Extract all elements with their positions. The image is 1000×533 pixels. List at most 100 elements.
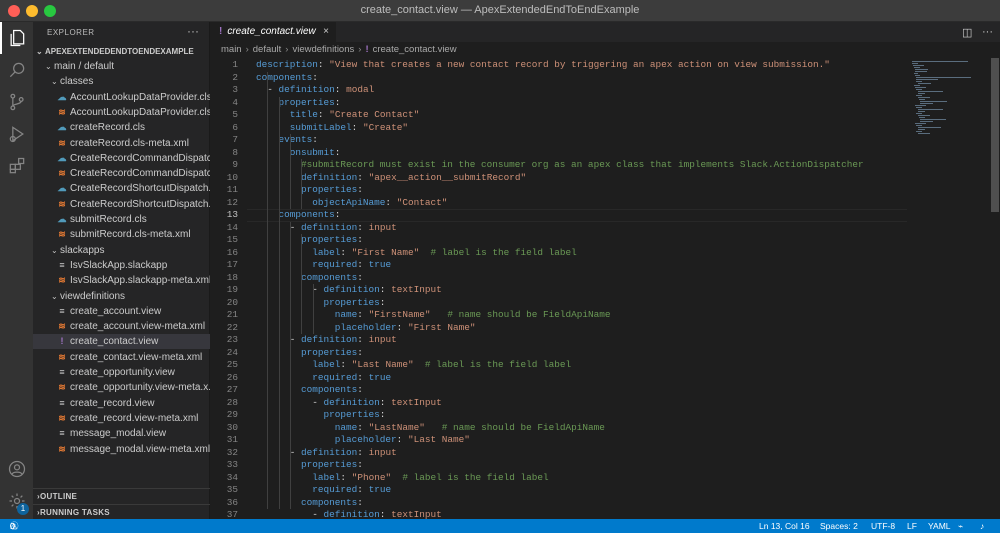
file-item[interactable]: ≋ create_opportunity.view-meta.x... (33, 380, 210, 395)
code-line[interactable]: properties: (256, 234, 363, 247)
code-line[interactable]: definition: "apex__action__submitRecord" (256, 172, 526, 185)
minimap-line (916, 113, 923, 114)
more-actions-icon[interactable]: ··· (982, 26, 993, 38)
code-line[interactable]: events: (256, 134, 318, 147)
breadcrumb-default[interactable]: default (253, 44, 282, 55)
minimap-line (917, 109, 943, 110)
search-icon[interactable] (0, 54, 33, 86)
folder-item[interactable]: ⌄ viewdefinitions (33, 289, 210, 304)
code-line[interactable]: - definition: input (256, 334, 397, 347)
code-line[interactable]: properties: (256, 184, 363, 197)
run-debug-icon[interactable] (0, 118, 33, 150)
file-item[interactable]: ≋ CreateRecordCommandDispatc... (33, 166, 210, 181)
file-item[interactable]: ≡ create_account.view (33, 304, 210, 319)
code-line[interactable]: - definition: input (256, 222, 397, 235)
code-line[interactable]: description: "View that creates a new co… (256, 59, 830, 72)
files-icon[interactable] (0, 22, 33, 54)
code-line[interactable]: name: "FirstName" # name should be Field… (256, 309, 611, 322)
file-item[interactable]: ☁ submitRecord.cls (33, 212, 210, 227)
minimap-line (917, 91, 944, 92)
code-line[interactable]: components: (256, 72, 318, 85)
file-item[interactable]: ! create_contact.view (33, 334, 210, 350)
file-item[interactable]: ≋ create_account.view-meta.xml (33, 319, 210, 334)
running-tasks-label: RUNNING TASKS (39, 508, 110, 517)
tab-create-contact[interactable]: ! create_contact.view × (210, 22, 336, 42)
code-line[interactable]: name: "LastName" # name should be FieldA… (256, 422, 605, 435)
code-line[interactable]: label: "Phone" # label is the field labe… (256, 472, 548, 485)
minimap-line (915, 69, 928, 70)
outline-section[interactable]: ›OUTLINE (33, 488, 210, 504)
file-item[interactable]: ≋ create_record.view-meta.xml (33, 411, 210, 426)
project-folder[interactable]: ⌄ APEXEXTENDEDENDTOENDEXAMPLE (33, 44, 210, 59)
code-line[interactable]: title: "Create Contact" (256, 109, 419, 122)
code-line[interactable]: objectApiName: "Contact" (256, 197, 447, 210)
file-item[interactable]: ≋ createRecord.cls-meta.xml (33, 136, 210, 151)
minimap-line (916, 131, 923, 132)
code-line[interactable]: required: true (256, 259, 391, 272)
code-line[interactable]: components: (256, 272, 363, 285)
file-item[interactable]: ≋ CreateRecordShortcutDispatch... (33, 197, 210, 212)
account-icon[interactable] (0, 453, 33, 485)
encoding[interactable]: UTF-8 (871, 519, 895, 533)
code-line[interactable]: properties: (256, 97, 341, 110)
file-item[interactable]: ≡ create_record.view (33, 396, 210, 411)
code-line[interactable]: properties: (256, 347, 363, 360)
file-item[interactable]: ≋ message_modal.view-meta.xml (33, 442, 210, 457)
split-editor-icon[interactable]: ◫ (962, 26, 972, 39)
folder-item[interactable]: ⌄ classes (33, 74, 210, 89)
code-line[interactable]: onsubmit: (256, 147, 341, 160)
file-item[interactable]: ≡ create_opportunity.view (33, 365, 210, 380)
cursor-position[interactable]: Ln 13, Col 16 (759, 519, 810, 533)
code-line[interactable]: properties: (256, 459, 363, 472)
minimap[interactable] (910, 58, 990, 519)
file-item[interactable]: ≡ IsvSlackApp.slackapp (33, 258, 210, 273)
folder-item[interactable]: ⌄ main / default (33, 59, 210, 74)
running-tasks-section[interactable]: ›RUNNING TASKS (33, 504, 210, 520)
file-item[interactable]: ≋ submitRecord.cls-meta.xml (33, 227, 210, 242)
file-item[interactable]: ☁CreateRecordCommandDispatch... (33, 151, 211, 166)
line-number: 17 (226, 259, 238, 270)
source-control-icon[interactable] (0, 86, 33, 118)
file-item[interactable]: ≡ message_modal.view (33, 426, 210, 441)
line-ending[interactable]: LF (907, 519, 917, 533)
extensions-icon[interactable] (0, 150, 33, 182)
code-line[interactable]: #submitRecord must exist in the consumer… (256, 159, 864, 172)
code-line[interactable]: components: (256, 209, 341, 222)
breadcrumb-viewdefinitions[interactable]: viewdefinitions (292, 44, 354, 55)
code-editor[interactable]: 1 description: "View that creates a new c… (210, 58, 910, 519)
file-item[interactable]: ≋ IsvSlackApp.slackapp-meta.xml (33, 273, 210, 288)
file-item[interactable]: ≋ AccountLookupDataProvider.cls... (33, 105, 210, 120)
file-item[interactable]: ☁ CreateRecordShortcutDispatch... (33, 181, 211, 196)
file-item[interactable]: ☁ AccountLookupDataProvider.cls (33, 90, 211, 105)
feedback-icon[interactable]: ⌁ (958, 519, 963, 533)
code-line[interactable]: - definition: textInput (256, 509, 441, 519)
code-line[interactable]: - definition: modal (256, 84, 374, 97)
language-mode[interactable]: YAML (928, 519, 951, 533)
minimap-line (917, 129, 926, 130)
code-line[interactable]: required: true (256, 372, 391, 385)
settings-gear-icon[interactable]: 1 (0, 485, 33, 517)
code-line[interactable]: properties: (256, 409, 386, 422)
notifications-bell-icon[interactable]: ♪ (980, 519, 984, 533)
code-line[interactable]: components: (256, 497, 363, 510)
breadcrumb-file[interactable]: create_contact.view (373, 44, 457, 55)
file-item[interactable]: ☁ createRecord.cls (33, 120, 210, 135)
code-line[interactable]: required: true (256, 484, 391, 497)
code-line[interactable]: label: "First Name" # label is the field… (256, 247, 576, 260)
code-line[interactable]: placeholder: "Last Name" (256, 434, 470, 447)
code-line[interactable]: components: (256, 384, 363, 397)
code-line[interactable]: - definition: input (256, 447, 397, 460)
code-line[interactable]: - definition: textInput (256, 284, 441, 297)
code-line[interactable]: properties: (256, 297, 386, 310)
close-icon[interactable]: × (323, 22, 329, 42)
breadcrumb: main › default › viewdefinitions ›! create_con… (210, 42, 1000, 58)
file-item[interactable]: ≋ create_contact.view-meta.xml (33, 350, 210, 365)
breadcrumb-main[interactable]: main (221, 44, 242, 55)
scrollbar-thumb[interactable] (991, 58, 999, 212)
line-number: 24 (226, 346, 238, 358)
indentation[interactable]: Spaces: 2 (820, 519, 858, 533)
more-actions-icon[interactable]: ··· (187, 24, 199, 38)
code-line[interactable]: label: "Last Name" # label is the field … (256, 359, 571, 372)
folder-item[interactable]: ⌄ slackapps (33, 243, 210, 258)
code-line[interactable]: - definition: textInput (256, 397, 441, 410)
